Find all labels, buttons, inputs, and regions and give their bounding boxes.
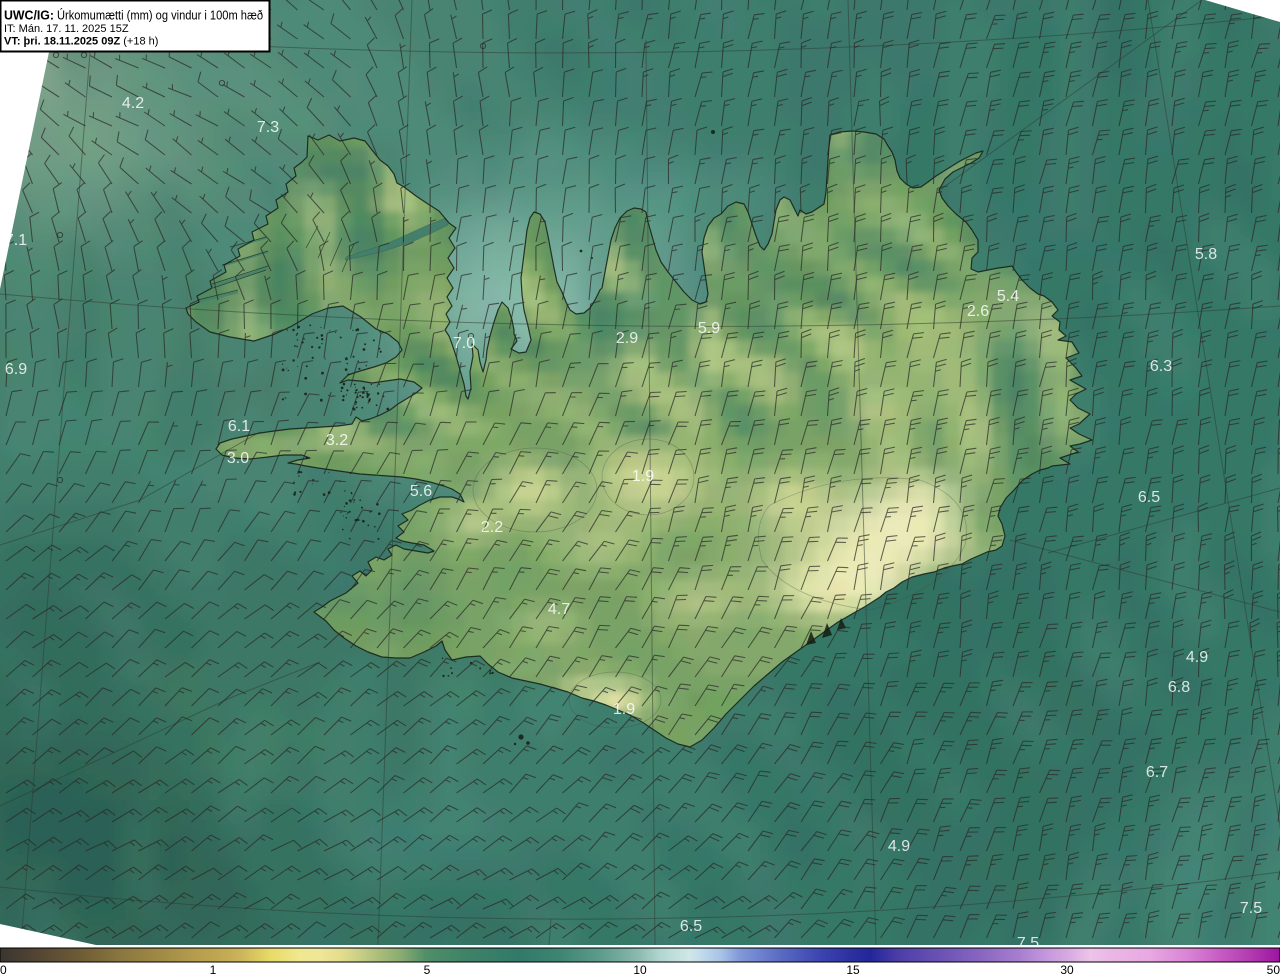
- svg-text:6.8: 6.8: [1168, 679, 1190, 696]
- svg-text:6.3: 6.3: [1150, 358, 1172, 375]
- svg-text:10: 10: [633, 963, 647, 977]
- svg-text:6.5: 6.5: [680, 918, 702, 935]
- svg-text:5.4: 5.4: [997, 288, 1019, 305]
- svg-text:1.9: 1.9: [632, 468, 654, 485]
- svg-text:7.0: 7.0: [453, 335, 475, 352]
- svg-text:0: 0: [0, 963, 7, 977]
- svg-text:5.8: 5.8: [1195, 246, 1217, 263]
- svg-text:2.6: 2.6: [967, 303, 989, 320]
- svg-text:1.9: 1.9: [613, 701, 635, 718]
- svg-text:4.9: 4.9: [888, 838, 910, 855]
- svg-text:1: 1: [210, 963, 217, 977]
- svg-text:3.0: 3.0: [227, 450, 249, 467]
- svg-text:UWC/IG:Úrkomumætti (mm) og vin: UWC/IG: Úrkomumætti (mm) og vindur i 100m…: [4, 8, 263, 23]
- svg-text:5: 5: [424, 963, 431, 977]
- svg-text:30: 30: [1060, 963, 1074, 977]
- svg-text:6.1: 6.1: [228, 418, 250, 435]
- svg-text:15: 15: [846, 963, 860, 977]
- svg-text:4.7: 4.7: [548, 601, 570, 618]
- svg-text:7.5: 7.5: [1240, 900, 1262, 917]
- svg-text:2.9: 2.9: [616, 330, 638, 347]
- svg-text:6.5: 6.5: [1138, 489, 1160, 506]
- svg-text:6.9: 6.9: [5, 361, 27, 378]
- svg-text:5.6: 5.6: [410, 483, 432, 500]
- svg-text:7.3: 7.3: [257, 119, 279, 136]
- svg-text:6.7: 6.7: [1146, 764, 1168, 781]
- svg-text:IT: Mán. 17. 11. 2025 15Z: IT: Mán. 17. 11. 2025 15Z: [4, 23, 129, 35]
- svg-text:50: 50: [1267, 963, 1280, 977]
- svg-text:4.9: 4.9: [1186, 649, 1208, 666]
- svg-text:4.2: 4.2: [122, 95, 144, 112]
- svg-text:2.2: 2.2: [481, 519, 503, 536]
- svg-text:VT: þri. 18.11.2025 09Z (+18 h: VT: þri. 18.11.2025 09Z (+18 h): [4, 36, 158, 48]
- svg-text:3.2: 3.2: [326, 432, 348, 449]
- svg-text:5.9: 5.9: [698, 320, 720, 337]
